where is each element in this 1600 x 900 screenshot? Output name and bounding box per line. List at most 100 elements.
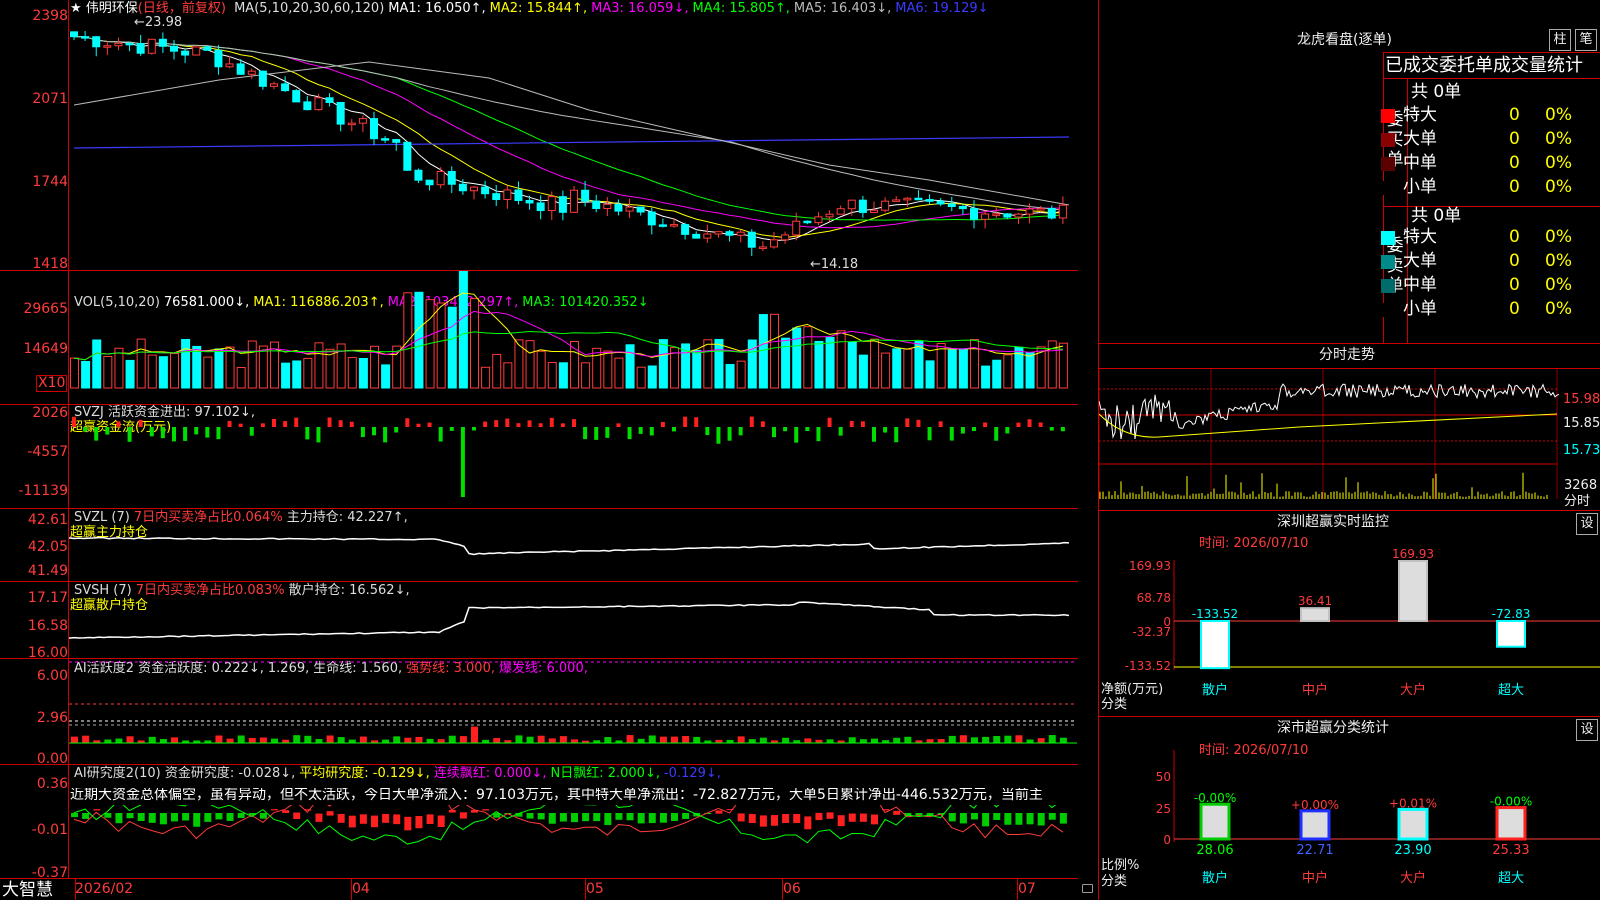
volume-bar <box>292 360 302 389</box>
monitor-bar-chart[interactable]: 169.9368.780-32.37-133.52-133.52散户36.41中… <box>1099 545 1600 715</box>
date-tick <box>1017 879 1018 900</box>
research-bar <box>1037 813 1045 826</box>
monitor-axis-label: 68.78 <box>1137 591 1171 605</box>
flow-bar <box>694 417 699 427</box>
volume-bar <box>236 366 246 389</box>
volume-bar <box>692 349 702 389</box>
date-axis-label: 07 <box>1018 881 1036 897</box>
ai-research-chart[interactable] <box>69 805 1077 878</box>
svzj-chart[interactable] <box>69 405 1077 508</box>
volume-bar <box>447 306 457 389</box>
flow-bar <box>927 427 932 441</box>
monitor-y-label: 净额(万元) <box>1101 682 1164 697</box>
flow-bar <box>1060 427 1065 432</box>
svsh-axis-label: 17.17 <box>27 590 68 606</box>
indicator-value: N日飘红: 2.000↓, <box>550 766 660 781</box>
ai-activity-chart[interactable] <box>69 659 1077 764</box>
class-value-label: 23.90 <box>1394 843 1431 858</box>
lock-icon[interactable] <box>1082 884 1093 893</box>
bar-view-button[interactable]: 柱 <box>1549 29 1571 51</box>
flow-bar <box>938 421 943 427</box>
svzl-axis-label: 41.49 <box>27 563 68 579</box>
candle <box>1047 207 1056 219</box>
intraday-chart[interactable] <box>1099 369 1600 509</box>
class-y-label: 比例% <box>1101 858 1140 873</box>
activity-bar <box>1037 738 1045 743</box>
monitor-bar <box>1200 620 1230 670</box>
activity-bar <box>82 735 90 743</box>
volume-bar <box>347 357 357 389</box>
volume-bar <box>547 362 557 389</box>
candle <box>836 208 845 215</box>
class-axis-label: 25 <box>1156 802 1171 816</box>
candle <box>514 189 523 201</box>
activity-bar <box>804 738 812 743</box>
flow-bar <box>372 427 376 436</box>
order-percent: 0% <box>1545 251 1572 271</box>
candle <box>747 231 756 248</box>
candle <box>792 220 801 236</box>
svsh-chart[interactable] <box>69 582 1077 658</box>
research-bar <box>348 815 356 828</box>
class-axis-label: 0 <box>1163 833 1171 847</box>
flow-bar <box>560 423 565 427</box>
flow-bar <box>805 427 810 432</box>
order-count: 0 <box>1509 299 1520 319</box>
svzl-axis-label: 42.61 <box>27 512 68 528</box>
research-bar <box>715 810 723 814</box>
flow-bar <box>1005 427 1010 434</box>
svzl-chart[interactable] <box>69 509 1077 581</box>
activity-bar <box>126 736 134 743</box>
svsh-axis-label: 16.00 <box>27 645 68 661</box>
activity-bar <box>215 735 223 743</box>
class-value-label: 25.33 <box>1492 843 1529 858</box>
indicator-value: -0.129↓, <box>663 766 721 781</box>
candle <box>803 220 812 224</box>
class-change-label: +0.00% <box>1291 798 1339 812</box>
date-tick <box>75 879 76 900</box>
candle <box>525 199 534 204</box>
ai-research-summary: 近期大资金总体偏空，虽有异动，但不太活跃，今日大单净流入：97.103万元，其中… <box>70 788 1043 803</box>
research-bar <box>837 815 845 827</box>
activity-bar <box>548 738 556 743</box>
main-chart-area[interactable]: ★ 伟明环保(日线，前复权) MA(5,10,20,30,60,120) MA1:… <box>0 0 1093 900</box>
tick-view-button[interactable]: 笔 <box>1575 29 1597 51</box>
activity-bar <box>515 735 523 743</box>
flow-bar <box>1049 427 1054 431</box>
flow-bar <box>194 427 199 435</box>
research-bar <box>159 813 167 825</box>
volume-chart[interactable] <box>69 271 1077 404</box>
research-bar <box>548 813 556 824</box>
activity-bar <box>148 736 156 743</box>
candle <box>470 186 478 192</box>
activity-bar <box>893 737 901 743</box>
monitor-settings-button[interactable]: 设 <box>1576 513 1598 535</box>
price-axis-label: 2071 <box>32 91 68 107</box>
order-percent: 0% <box>1545 153 1572 173</box>
activity-bar <box>948 735 956 743</box>
flow-bar <box>538 423 543 427</box>
flow-bar <box>149 427 154 437</box>
research-bar <box>871 814 878 825</box>
class-bar-chart[interactable]: 75 50 25 0 -0.00% 28.06 散户 +0.00% 22.71 中户 +0.01% 2… <box>1099 750 1600 900</box>
volume-bar <box>958 348 968 389</box>
research-bar <box>226 813 234 821</box>
candle <box>414 169 423 181</box>
class-category-label: 超大 <box>1498 871 1524 886</box>
flow-bar <box>383 427 388 443</box>
activity-bar <box>982 736 990 743</box>
candlestick-chart[interactable] <box>69 0 1077 270</box>
flow-bar <box>316 427 321 443</box>
flow-bar <box>1016 422 1021 427</box>
candle <box>125 42 134 46</box>
research-bar <box>971 813 978 820</box>
panel-divider <box>0 878 1078 879</box>
activity-bar <box>448 735 456 743</box>
volume-bar <box>992 359 1002 389</box>
monitor-category-label: 超大 <box>1498 683 1524 698</box>
class-settings-button[interactable]: 设 <box>1576 719 1598 741</box>
activity-bar <box>393 736 401 743</box>
candle <box>336 101 345 125</box>
research-bar <box>1059 813 1067 824</box>
volume-bar <box>647 365 657 389</box>
